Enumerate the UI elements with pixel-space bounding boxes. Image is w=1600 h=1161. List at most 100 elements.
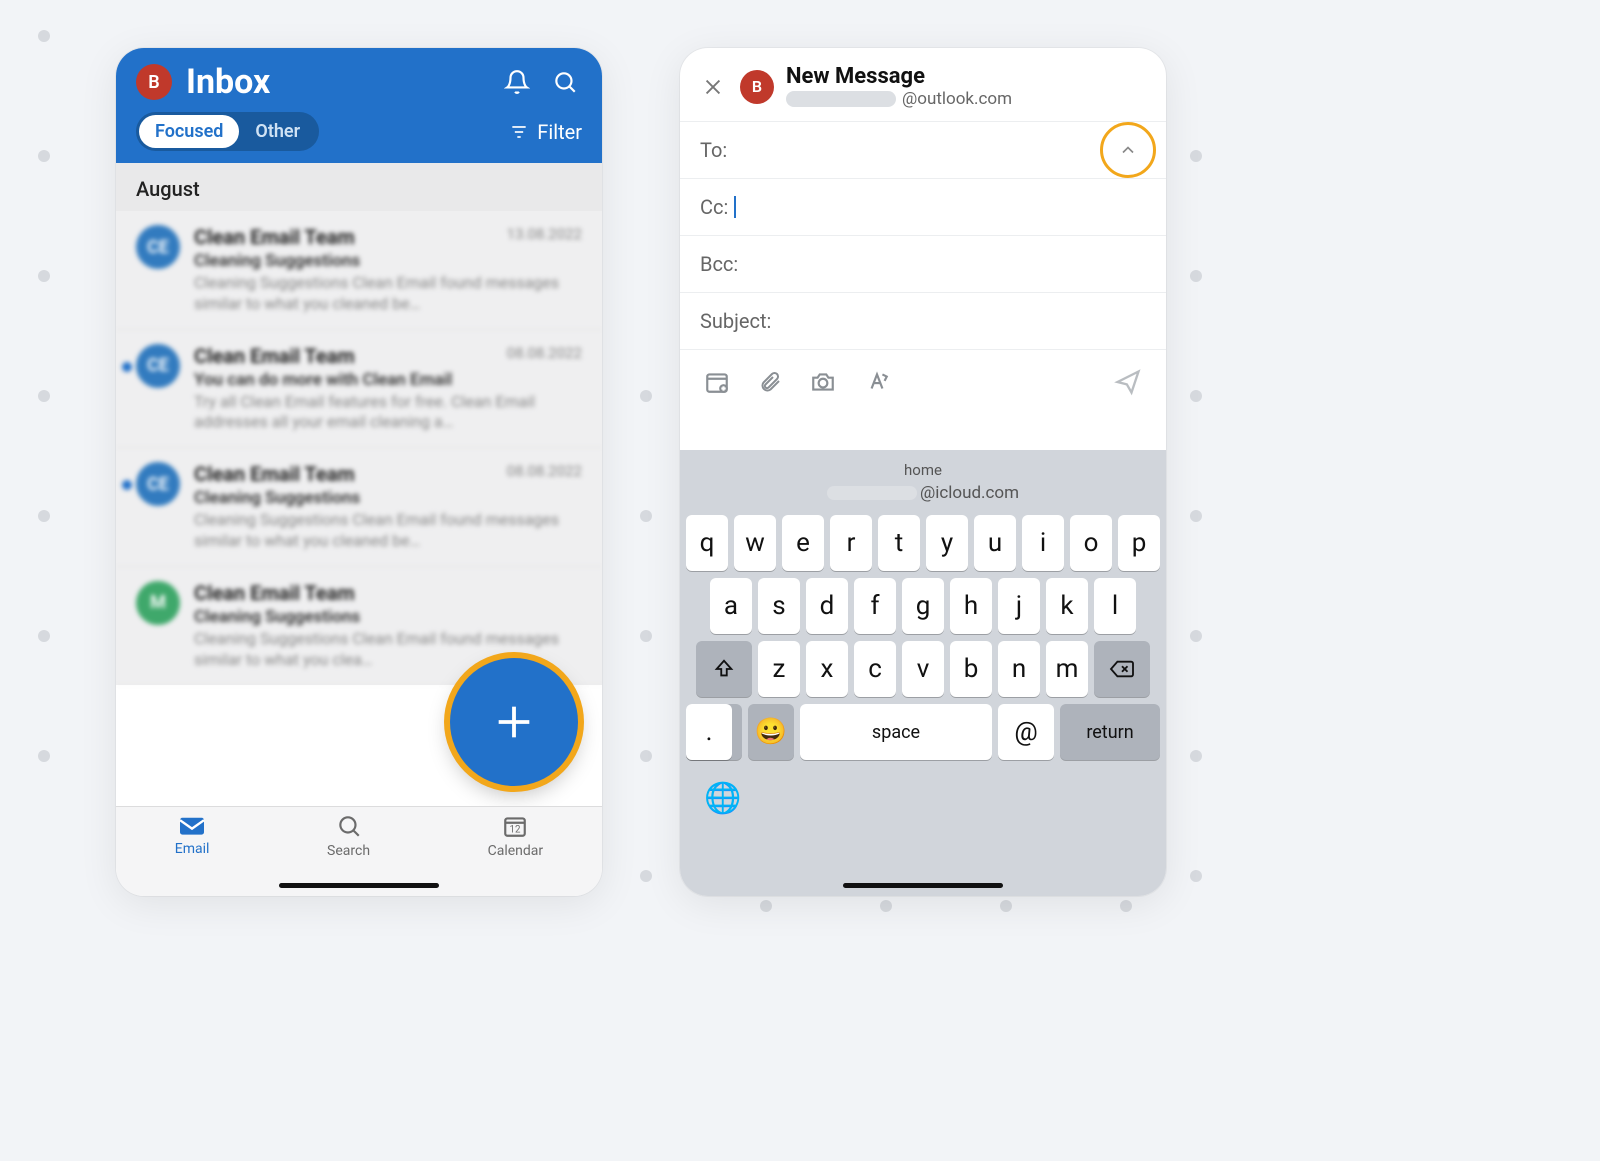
send-icon[interactable] xyxy=(1114,368,1142,400)
filter-label: Filter xyxy=(537,120,582,144)
key-backspace[interactable] xyxy=(1094,641,1150,697)
key-emoji[interactable]: 😀 xyxy=(748,704,794,760)
email-date: 13.08.2022 xyxy=(507,225,582,249)
decorative-dot xyxy=(1190,510,1202,522)
decorative-dot xyxy=(38,390,50,402)
inbox-header: B Inbox Focused Other Filter xyxy=(116,48,602,163)
key-b[interactable]: b xyxy=(950,641,992,697)
subject-field[interactable]: Subject: xyxy=(680,292,1166,349)
notifications-icon[interactable] xyxy=(500,65,534,99)
camera-icon[interactable] xyxy=(810,369,836,399)
key-m[interactable]: m xyxy=(1046,641,1088,697)
home-indicator xyxy=(843,883,1003,888)
email-item[interactable]: CEClean Email Team08.08.2022You can do m… xyxy=(116,330,602,449)
key-space[interactable]: space xyxy=(800,704,992,760)
account-avatar[interactable]: B xyxy=(136,64,172,100)
email-preview: Cleaning Suggestions Clean Email found m… xyxy=(194,273,582,315)
key-k[interactable]: k xyxy=(1046,578,1088,634)
key-l[interactable]: l xyxy=(1094,578,1136,634)
email-sender: Clean Email Team xyxy=(194,581,355,605)
to-field[interactable]: To: xyxy=(680,121,1166,178)
key-t[interactable]: t xyxy=(878,515,920,571)
tab-other[interactable]: Other xyxy=(239,115,316,148)
to-label: To: xyxy=(700,138,727,162)
keyboard-suggestion[interactable]: home @icloud.com xyxy=(680,456,1166,508)
key-x[interactable]: x xyxy=(806,641,848,697)
unread-dot xyxy=(122,362,132,372)
key-shift[interactable] xyxy=(696,641,752,697)
key-z[interactable]: z xyxy=(758,641,800,697)
decorative-dot xyxy=(760,900,772,912)
inbox-title: Inbox xyxy=(186,62,486,102)
email-sender: Clean Email Team xyxy=(194,344,355,368)
bcc-input[interactable] xyxy=(744,253,1146,276)
sender-avatar: CE xyxy=(136,462,180,506)
tab-calendar[interactable]: 12 Calendar xyxy=(488,813,544,896)
cc-label: Cc: xyxy=(700,195,728,219)
decorative-dot xyxy=(640,750,652,762)
key-s[interactable]: s xyxy=(758,578,800,634)
key-return[interactable]: return xyxy=(1060,704,1160,760)
key-h[interactable]: h xyxy=(950,578,992,634)
decorative-dot xyxy=(640,390,652,402)
key-d[interactable]: d xyxy=(806,578,848,634)
key-w[interactable]: w xyxy=(734,515,776,571)
decorative-dot xyxy=(1190,270,1202,282)
key-i[interactable]: i xyxy=(1022,515,1064,571)
text-format-icon[interactable] xyxy=(864,369,890,399)
decorative-dot xyxy=(1190,390,1202,402)
key-p[interactable]: p xyxy=(1118,515,1160,571)
redacted-text xyxy=(786,91,896,107)
decorative-dot xyxy=(640,870,652,882)
compose-fab[interactable] xyxy=(450,658,578,786)
key-c[interactable]: c xyxy=(854,641,896,697)
email-item[interactable]: CEClean Email Team08.08.2022Cleaning Sug… xyxy=(116,448,602,567)
decorative-dot xyxy=(38,750,50,762)
to-input[interactable] xyxy=(733,139,1146,162)
decorative-dot xyxy=(38,270,50,282)
key-n[interactable]: n xyxy=(998,641,1040,697)
sender-avatar: M xyxy=(136,581,180,625)
compose-header: B New Message @outlook.com xyxy=(680,48,1166,121)
key-q[interactable]: q xyxy=(686,515,728,571)
key-at[interactable]: @ xyxy=(998,704,1054,760)
tab-email[interactable]: Email xyxy=(175,813,210,896)
decorative-dot xyxy=(1190,750,1202,762)
from-domain: @outlook.com xyxy=(902,89,1012,109)
phone-compose: B New Message @outlook.com To: Cc: Bcc: … xyxy=(680,48,1166,896)
search-icon[interactable] xyxy=(548,65,582,99)
bcc-field[interactable]: Bcc: xyxy=(680,235,1166,292)
from-avatar[interactable]: B xyxy=(740,70,774,104)
email-preview: Cleaning Suggestions Clean Email found m… xyxy=(194,510,582,552)
filter-button[interactable]: Filter xyxy=(509,120,582,144)
key-y[interactable]: y xyxy=(926,515,968,571)
key-a[interactable]: a xyxy=(710,578,752,634)
key-dot[interactable]: . xyxy=(686,704,732,760)
cc-input[interactable] xyxy=(742,196,1146,219)
globe-icon[interactable]: 🌐 xyxy=(704,781,741,816)
key-f[interactable]: f xyxy=(854,578,896,634)
tab-focused[interactable]: Focused xyxy=(139,115,239,148)
key-r[interactable]: r xyxy=(830,515,872,571)
decorative-dot xyxy=(1120,900,1132,912)
key-j[interactable]: j xyxy=(998,578,1040,634)
decorative-dot xyxy=(1190,870,1202,882)
subject-input[interactable] xyxy=(777,310,1146,333)
key-v[interactable]: v xyxy=(902,641,944,697)
decorative-dot xyxy=(1190,150,1202,162)
key-g[interactable]: g xyxy=(902,578,944,634)
cc-field[interactable]: Cc: xyxy=(680,178,1166,235)
decorative-dot xyxy=(38,150,50,162)
collapse-recipients-button[interactable] xyxy=(1100,122,1156,178)
attachment-icon[interactable] xyxy=(758,369,782,399)
key-o[interactable]: o xyxy=(1070,515,1112,571)
redacted-text xyxy=(827,486,917,500)
phone-inbox: B Inbox Focused Other Filter August CECl… xyxy=(116,48,602,896)
key-e[interactable]: e xyxy=(782,515,824,571)
close-icon[interactable] xyxy=(698,72,728,102)
email-list: CE Clean Email Team 13.08.2022 Cleaning Sug… xyxy=(116,211,602,685)
calendar-add-icon[interactable] xyxy=(704,369,730,399)
email-date: 08.08.2022 xyxy=(507,344,582,368)
email-item[interactable]: CEClean Email Team13.08.2022Cleaning Sug… xyxy=(116,211,602,330)
key-u[interactable]: u xyxy=(974,515,1016,571)
